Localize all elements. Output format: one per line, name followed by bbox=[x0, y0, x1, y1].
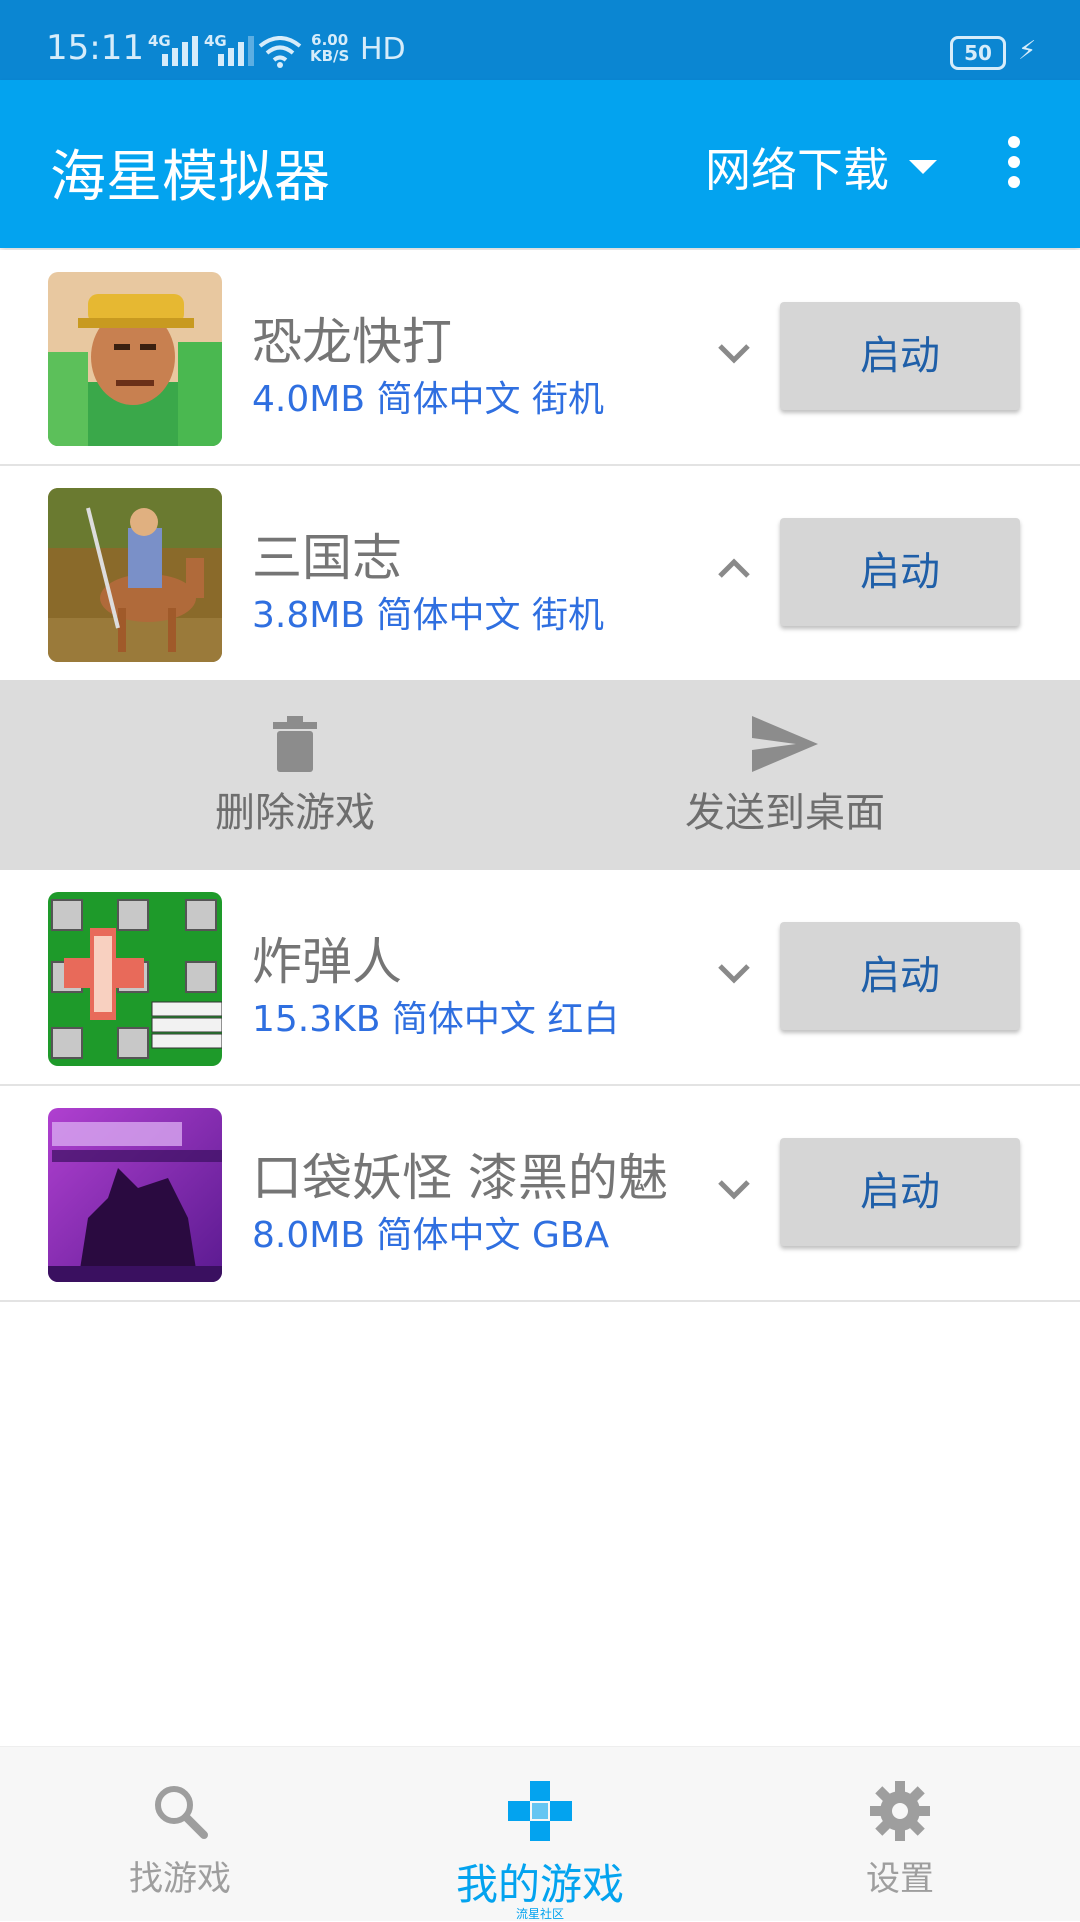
launch-button[interactable]: 启动 bbox=[780, 302, 1020, 410]
game-title: 恐龙快打 bbox=[252, 313, 452, 371]
signal-icon-1 bbox=[162, 34, 198, 66]
game-meta: 4.0MB 简体中文 街机 bbox=[252, 370, 604, 422]
battery-level: 50 bbox=[964, 41, 992, 65]
nav-find-games[interactable]: 找游戏 bbox=[50, 1781, 310, 1900]
game-size: 3.8MB bbox=[252, 595, 366, 636]
nav-my-games[interactable]: 我的游戏 bbox=[410, 1781, 670, 1912]
more-dot-icon bbox=[1008, 136, 1020, 148]
game-thumbnail-sanguo bbox=[48, 488, 222, 662]
hd-indicator: HD bbox=[360, 32, 406, 67]
game-platform: GBA bbox=[531, 1215, 610, 1256]
game-title: 三国志 bbox=[252, 529, 402, 587]
game-row[interactable]: 恐龙快打 4.0MB 简体中文 街机 启动 bbox=[0, 250, 1080, 466]
network-speed: 6.00 KB/S bbox=[310, 32, 349, 64]
game-size: 4.0MB bbox=[252, 379, 366, 420]
network-speed-unit: KB/S bbox=[310, 47, 350, 65]
game-platform: 街机 bbox=[531, 595, 604, 636]
game-language: 简体中文 bbox=[376, 595, 521, 636]
game-title: 口袋妖怪 漆黑的魅 bbox=[252, 1149, 668, 1207]
status-time: 15:11 bbox=[46, 28, 144, 68]
game-thumbnail-bomberman bbox=[48, 892, 222, 1066]
game-platform: 街机 bbox=[531, 379, 604, 420]
game-language: 简体中文 bbox=[376, 1215, 521, 1256]
game-meta: 8.0MB 简体中文 GBA bbox=[252, 1206, 609, 1258]
more-dot-icon bbox=[1008, 176, 1020, 188]
game-language: 简体中文 bbox=[391, 999, 536, 1040]
send-to-desktop-button[interactable]: 发送到桌面 bbox=[660, 716, 910, 838]
launch-button[interactable]: 启动 bbox=[780, 1138, 1020, 1246]
game-thumbnail-dino bbox=[48, 272, 222, 446]
chevron-down-icon[interactable] bbox=[714, 952, 754, 992]
network-download-label: 网络下载 bbox=[705, 143, 889, 197]
send-to-desktop-label: 发送到桌面 bbox=[685, 790, 885, 836]
game-language: 简体中文 bbox=[376, 379, 521, 420]
battery-icon: 50 bbox=[950, 36, 1006, 70]
game-platform: 红白 bbox=[547, 999, 620, 1040]
game-list: 恐龙快打 4.0MB 简体中文 街机 启动 三国志 3.8MB 简体中文 街机 … bbox=[0, 250, 1080, 1302]
game-row[interactable]: 口袋妖怪 漆黑的魅 8.0MB 简体中文 GBA 启动 bbox=[0, 1086, 1080, 1302]
chevron-down-icon[interactable] bbox=[714, 332, 754, 372]
bottom-navigation: 找游戏 我的游戏 设置 流星社区 bbox=[0, 1746, 1080, 1921]
footer-caption: 流星社区 bbox=[515, 1907, 564, 1921]
launch-button[interactable]: 启动 bbox=[780, 922, 1020, 1030]
network-download-dropdown[interactable]: 网络下载 bbox=[705, 134, 937, 200]
game-meta: 3.8MB 简体中文 街机 bbox=[252, 586, 604, 638]
app-title: 海星模拟器 bbox=[50, 145, 330, 210]
delete-game-label: 删除游戏 bbox=[215, 790, 375, 836]
wifi-icon bbox=[258, 36, 302, 68]
nav-my-games-label: 我的游戏 bbox=[455, 1860, 624, 1909]
signal-icon-2 bbox=[218, 34, 254, 66]
game-action-panel: 删除游戏 发送到桌面 bbox=[0, 680, 1080, 870]
search-icon bbox=[155, 1786, 208, 1839]
game-size: 15.3KB bbox=[252, 999, 381, 1040]
nav-settings[interactable]: 设置 bbox=[770, 1781, 1030, 1900]
game-title: 炸弹人 bbox=[252, 933, 402, 991]
trash-icon bbox=[273, 716, 317, 772]
chevron-down-icon[interactable] bbox=[714, 1168, 754, 1208]
delete-game-button[interactable]: 删除游戏 bbox=[190, 716, 400, 838]
game-row[interactable]: 炸弹人 15.3KB 简体中文 红白 启动 bbox=[0, 870, 1080, 1086]
more-dot-icon bbox=[1008, 156, 1020, 168]
send-icon bbox=[752, 716, 818, 772]
chevron-up-icon[interactable] bbox=[714, 548, 754, 588]
more-options-button[interactable] bbox=[1000, 136, 1028, 196]
nav-find-games-label: 找游戏 bbox=[129, 1859, 231, 1899]
game-row[interactable]: 三国志 3.8MB 简体中文 街机 启动 bbox=[0, 466, 1080, 680]
game-size: 8.0MB bbox=[252, 1215, 366, 1256]
game-meta: 15.3KB 简体中文 红白 bbox=[252, 990, 619, 1042]
nav-settings-label: 设置 bbox=[866, 1859, 934, 1899]
app-bar: 海星模拟器 网络下载 bbox=[0, 80, 1080, 248]
game-thumbnail-pokemon bbox=[48, 1108, 222, 1282]
status-bar: 15:11 4G 4G 6.00 KB/S HD 50 ⚡ bbox=[0, 0, 1080, 80]
charging-icon: ⚡ bbox=[1018, 36, 1037, 66]
gear-icon bbox=[870, 1781, 930, 1841]
launch-button[interactable]: 启动 bbox=[780, 518, 1020, 626]
gamepad-icon bbox=[508, 1781, 572, 1841]
dropdown-arrow-icon bbox=[909, 160, 937, 174]
